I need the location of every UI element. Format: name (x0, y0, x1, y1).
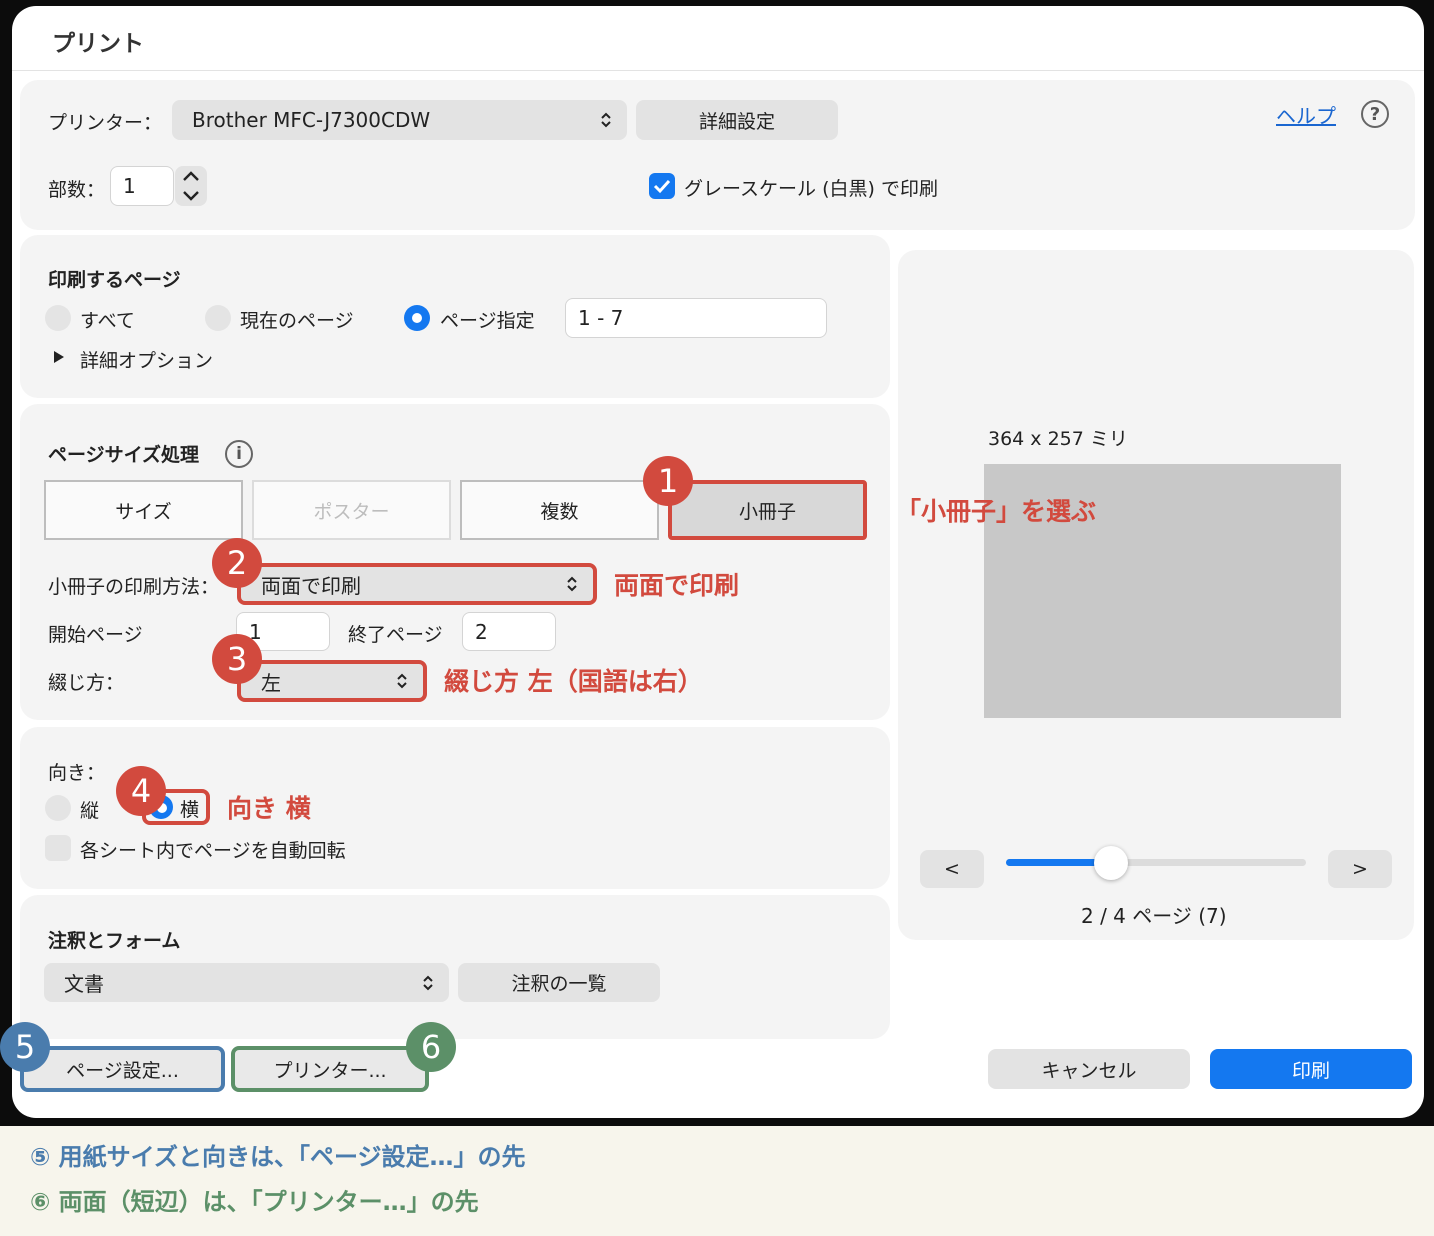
annotations-select-value: 文書 (64, 972, 104, 996)
segment-booklet[interactable]: 小冊子 (668, 480, 867, 540)
checkmark-icon (653, 179, 671, 194)
step-badge-4: 4 (116, 766, 166, 816)
printer-select-value: Brother MFC-J7300CDW (192, 108, 431, 132)
help-icon[interactable]: ? (1361, 100, 1389, 128)
radio-page-range[interactable] (404, 305, 430, 331)
preview-slider-knob[interactable] (1094, 846, 1128, 880)
booklet-method-label: 小冊子の印刷方法： (48, 576, 220, 598)
note-binding: 綴じ方 左（国語は右） (444, 667, 703, 696)
preview-next-button[interactable]: > (1328, 850, 1392, 888)
stepper-arrows-icon (183, 171, 199, 201)
chevron-updown-icon (423, 975, 433, 990)
step-badge-6: 6 (406, 1022, 456, 1072)
page-size-heading: ページサイズ処理 (48, 444, 200, 466)
auto-rotate-checkbox[interactable] (45, 835, 71, 861)
preview-slider-track[interactable] (1006, 846, 1306, 880)
grayscale-label: グレースケール (白黒) で印刷 (684, 178, 938, 200)
printer-label: プリンター： (48, 112, 163, 134)
printer-setup-button[interactable]: プリンター... (231, 1046, 429, 1092)
title-divider (12, 70, 1424, 71)
annotations-heading: 注釈とフォーム (48, 930, 181, 952)
grayscale-checkbox[interactable] (649, 173, 675, 199)
binding-label: 綴じ方： (48, 672, 125, 694)
step-badge-5: 5 (0, 1022, 50, 1072)
radio-all-pages[interactable] (45, 305, 71, 331)
annotations-list-button[interactable]: 注釈の一覧 (458, 963, 660, 1002)
copies-stepper[interactable] (175, 166, 207, 206)
printer-details-button[interactable]: 詳細設定 (636, 100, 838, 140)
note-select-booklet: 「小冊子」を選ぶ (896, 497, 1097, 526)
chevron-updown-icon (567, 576, 577, 592)
note-orientation: 向き 横 (227, 794, 311, 823)
radio-current-page[interactable] (205, 305, 231, 331)
printer-select[interactable]: Brother MFC-J7300CDW (172, 100, 627, 140)
copies-field[interactable]: 1 (110, 166, 174, 206)
paper-dimensions: 364 x 257 ミリ (988, 428, 1128, 450)
end-page-field[interactable]: 2 (462, 612, 556, 651)
dialog-title: プリント (52, 31, 144, 57)
start-page-label: 開始ページ (48, 624, 143, 646)
orientation-label: 向き： (48, 762, 106, 784)
auto-rotate-label: 各シート内でページを自動回転 (80, 840, 346, 862)
end-page-label: 終了ページ (348, 624, 443, 646)
radio-current-label: 現在のページ (240, 310, 354, 332)
copies-label: 部数： (48, 179, 106, 201)
chevron-updown-icon (397, 673, 407, 689)
more-options-label[interactable]: 詳細オプション (80, 346, 213, 373)
segment-poster[interactable]: ポスター (252, 480, 451, 540)
page-range-field[interactable]: 1 - 7 (565, 298, 827, 338)
step-badge-3: 3 (212, 634, 262, 684)
radio-portrait[interactable] (45, 795, 71, 821)
radio-range-label: ページ指定 (440, 310, 535, 332)
landscape-label: 横 (180, 799, 200, 821)
booklet-method-select[interactable]: 両面で印刷 (237, 563, 597, 605)
disclosure-triangle-icon[interactable] (52, 349, 66, 365)
step-badge-1: 1 (643, 456, 693, 506)
booklet-method-value: 両面で印刷 (261, 573, 361, 598)
segment-size[interactable]: サイズ (44, 480, 243, 540)
caption-step-5: ⑤ 用紙サイズと向きは、「ページ設定…」の先 (30, 1143, 526, 1171)
note-duplex: 両面で印刷 (614, 571, 740, 600)
step-badge-2: 2 (212, 538, 262, 588)
info-icon[interactable]: i (225, 440, 253, 468)
pages-heading: 印刷するページ (48, 269, 181, 291)
annotations-select[interactable]: 文書 (44, 963, 449, 1002)
binding-select[interactable]: 左 (237, 660, 427, 702)
page-setup-button[interactable]: ページ設定... (20, 1046, 225, 1092)
preview-page-indicator: 2 / 4 ページ (7) (1081, 904, 1227, 928)
binding-value: 左 (261, 670, 281, 695)
caption-step-6: ⑥ 両面（短辺）は、「プリンター…」の先 (30, 1188, 479, 1216)
segment-multiple[interactable]: 複数 (460, 480, 659, 540)
print-button[interactable]: 印刷 (1210, 1049, 1412, 1089)
preview-prev-button[interactable]: < (920, 850, 984, 888)
radio-all-label: すべて (80, 310, 135, 332)
portrait-label: 縦 (80, 800, 100, 822)
cancel-button[interactable]: キャンセル (988, 1049, 1190, 1089)
help-link[interactable]: ヘルプ (1276, 100, 1336, 129)
chevron-updown-icon (601, 112, 611, 128)
